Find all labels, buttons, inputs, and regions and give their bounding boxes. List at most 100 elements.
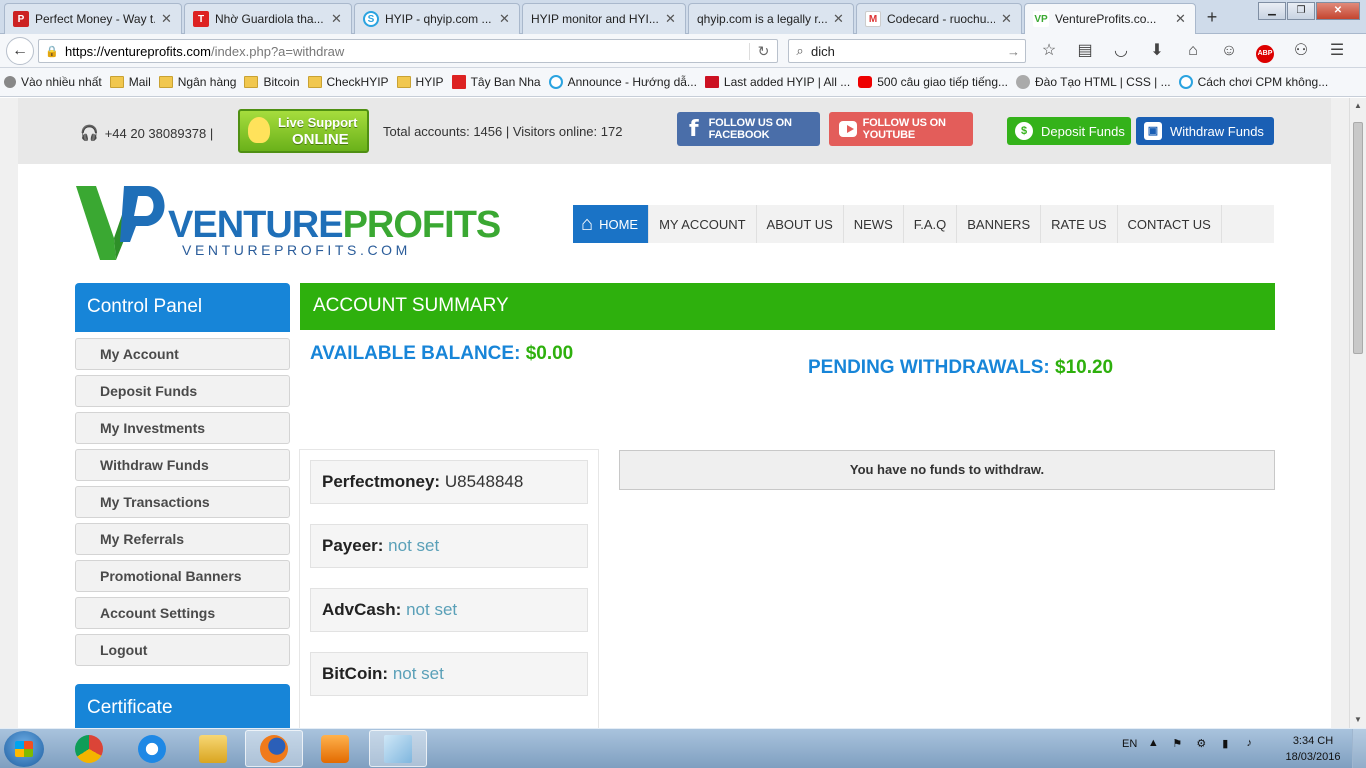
sidebar-item-deposit-funds[interactable]: Deposit Funds [75, 375, 290, 407]
tab-guardiola[interactable]: T Nhờ Guardiola tha... ✕ [184, 3, 352, 34]
tab-perfect-money[interactable]: P Perfect Money - Way t... ✕ [4, 3, 182, 34]
sidebar-item-my-transactions[interactable]: My Transactions [75, 486, 290, 518]
bookmark-item[interactable]: Last added HYIP | All ... [704, 75, 850, 89]
scroll-up-arrow-icon[interactable]: ▲ [1350, 98, 1366, 114]
close-icon[interactable]: ✕ [1175, 11, 1187, 27]
menu-my-account[interactable]: MY ACCOUNT [649, 205, 757, 243]
new-tab-plus-icon[interactable]: + [1200, 6, 1224, 28]
network-warning-icon[interactable]: ⚑ [1169, 737, 1185, 751]
menu-faq[interactable]: F.A.Q [904, 205, 958, 243]
bookmark-folder[interactable]: Bitcoin [244, 75, 300, 89]
sidebar-item-account-settings[interactable]: Account Settings [75, 597, 290, 629]
system-clock[interactable]: 3:34 CH 18/03/2016 [1283, 733, 1343, 765]
close-icon[interactable]: ✕ [1001, 11, 1013, 27]
menu-contact-us[interactable]: CONTACT US [1118, 205, 1222, 243]
withdraw-funds-button[interactable]: ▣ Withdraw Funds [1136, 117, 1274, 145]
close-icon[interactable]: ✕ [331, 11, 343, 27]
taskbar-ie[interactable] [123, 730, 181, 767]
sidebar-item-logout[interactable]: Logout [75, 634, 290, 666]
search-input[interactable]: dich [811, 44, 1007, 59]
adblock-plus-icon[interactable]: ABP [1250, 40, 1280, 63]
menu-home[interactable]: ⌂ HOME [573, 205, 650, 243]
close-icon[interactable]: ✕ [833, 11, 845, 27]
close-icon[interactable]: ✕ [665, 11, 677, 27]
taskbar-explorer[interactable] [184, 730, 242, 767]
sidebar-item-promotional-banners[interactable]: Promotional Banners [75, 560, 290, 592]
tab-qhyip[interactable]: S HYIP - qhyip.com ... ✕ [354, 3, 520, 34]
back-arrow-icon[interactable]: ← [6, 37, 34, 65]
wallet-label: Payeer: [322, 536, 384, 555]
menu-about-us[interactable]: ABOUT US [757, 205, 844, 243]
tab-hyip-monitor[interactable]: HYIP monitor and HYI... ✕ [522, 3, 686, 34]
tab-gmail[interactable]: M Codecard - ruochu... ✕ [856, 3, 1022, 34]
restore-icon[interactable]: ❐ [1287, 2, 1315, 20]
bookmark-folder[interactable]: Ngân hàng [158, 75, 236, 89]
reading-list-icon[interactable]: ▤ [1070, 40, 1100, 62]
bookmark-star-icon[interactable]: ☆ [1034, 40, 1064, 62]
close-icon[interactable]: ✕ [161, 11, 173, 27]
bookmark-folder[interactable]: HYIP [396, 75, 444, 89]
deposit-funds-button[interactable]: $ Deposit Funds [1007, 117, 1131, 145]
tab-ventureprofits[interactable]: VP VentureProfits.co... ✕ [1024, 3, 1196, 34]
available-balance-label: AVAILABLE BALANCE: [310, 343, 521, 364]
available-balance: AVAILABLE BALANCE: $0.00 [310, 343, 573, 365]
scrollbar-thumb[interactable] [1353, 122, 1363, 354]
account-icon[interactable]: ⚇ [1286, 40, 1316, 62]
taskbar-notepad[interactable] [369, 730, 427, 767]
bookmark-item[interactable]: Announce - Hướng dẫ... [548, 75, 697, 89]
bookmark-label: Bitcoin [263, 75, 300, 89]
hamburger-menu-icon[interactable]: ☰ [1322, 40, 1352, 62]
taskbar-chrome[interactable] [60, 730, 118, 767]
youtube-follow-button[interactable]: FOLLOW US ON YOUTUBE [829, 112, 973, 146]
taskbar-media-player[interactable] [306, 730, 364, 767]
bookmark-item[interactable]: Vào nhiều nhất [4, 75, 102, 89]
bookmark-item[interactable]: Tây Ban Nha [451, 75, 541, 89]
close-icon[interactable]: ✕ [499, 11, 511, 27]
wallet-bitcoin: BitCoin: not set [310, 652, 588, 696]
bookmark-label: Mail [128, 75, 151, 89]
sidebar-item-withdraw-funds[interactable]: Withdraw Funds [75, 449, 290, 481]
facebook-follow-button[interactable]: f FOLLOW US ON FACEBOOK [677, 112, 820, 146]
wallet-value: not set [388, 536, 440, 555]
menu-banners[interactable]: BANNERS [957, 205, 1042, 243]
download-arrow-icon[interactable]: ⬇ [1142, 40, 1172, 62]
bookmark-folder[interactable]: Mail [109, 75, 151, 89]
bookmark-folder[interactable]: CheckHYIP [307, 75, 389, 89]
live-support-status: ONLINE [292, 131, 349, 148]
menu-rate-us[interactable]: RATE US [1041, 205, 1118, 243]
sidebar-item-my-referrals[interactable]: My Referrals [75, 523, 290, 555]
live-support-button[interactable]: Live Support ONLINE [238, 109, 369, 153]
url-bar[interactable]: 🔒 https://ventureprofits.com/index.php?a… [38, 39, 778, 63]
available-balance-value: $0.00 [525, 343, 574, 364]
bookmark-item[interactable]: 500 câu giao tiếp tiếng... [858, 75, 1008, 89]
sidebar-item-my-account[interactable]: My Account [75, 338, 290, 370]
minimize-icon[interactable]: ▁ [1258, 2, 1286, 20]
page-scrollbar[interactable]: ▲ ▼ [1349, 98, 1366, 728]
tab-qhyip-legal[interactable]: qhyip.com is a legally r... ✕ [688, 3, 854, 34]
url-text[interactable]: https://ventureprofits.com/index.php?a=w… [65, 44, 749, 59]
scroll-down-arrow-icon[interactable]: ▼ [1350, 712, 1366, 728]
taskbar-firefox[interactable] [245, 730, 303, 767]
bookmark-item[interactable]: Đào Tạo HTML | CSS | ... [1016, 75, 1171, 89]
explorer-icon [199, 734, 227, 763]
home-icon[interactable]: ⌂ [1178, 40, 1208, 62]
tray-expand-arrow-icon[interactable]: ▲ [1145, 737, 1161, 751]
pocket-icon[interactable]: ◡ [1106, 40, 1136, 62]
search-go-arrow-icon[interactable]: → [1007, 44, 1025, 59]
volume-icon[interactable]: ♪ [1241, 737, 1257, 751]
chat-smiley-icon[interactable]: ☺ [1214, 40, 1244, 62]
tray-app-icon[interactable]: ⚙ [1193, 737, 1209, 751]
folder-icon [396, 76, 411, 88]
show-desktop-button[interactable] [1352, 729, 1366, 768]
search-bar[interactable]: ⌕ dich → [788, 39, 1026, 63]
site-logo[interactable]: VENTUREPROFITS VENTUREPROFITS.COM [76, 186, 501, 261]
signal-bars-icon[interactable]: ▮ [1217, 737, 1233, 751]
bookmark-item[interactable]: Cách chơi CPM không... [1178, 75, 1328, 89]
menu-news[interactable]: NEWS [844, 205, 904, 243]
search-icon: ⌕ [796, 43, 804, 58]
start-button[interactable] [4, 731, 44, 767]
reload-icon[interactable]: ↻ [749, 42, 777, 60]
sidebar-item-my-investments[interactable]: My Investments [75, 412, 290, 444]
window-close-icon[interactable]: ✕ [1316, 2, 1360, 20]
language-indicator[interactable]: EN [1122, 738, 1137, 750]
